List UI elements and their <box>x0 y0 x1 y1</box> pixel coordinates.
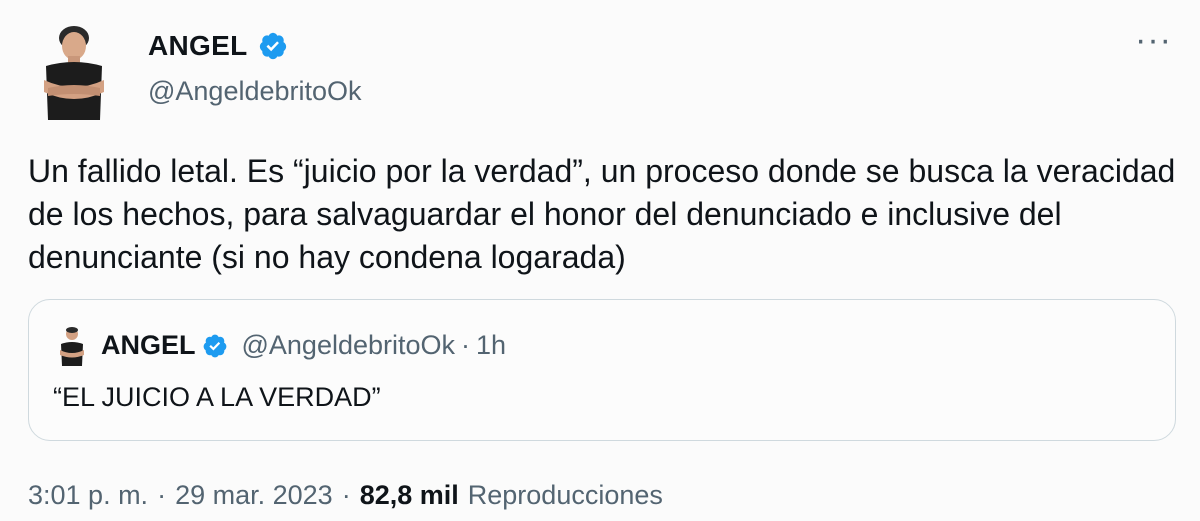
views-count: 82,8 mil <box>359 480 459 510</box>
separator-dot: · <box>341 480 351 510</box>
quoted-tweet-header: ANGEL @AngeldebritoOk · 1h <box>101 330 506 361</box>
verified-badge-icon <box>259 32 286 60</box>
author-display-name[interactable]: ANGEL <box>148 30 248 62</box>
author-avatar[interactable] <box>30 22 114 122</box>
views-label: Reproducciones <box>467 480 663 510</box>
quoted-tweet-time: 1h <box>476 330 507 360</box>
tweet-time[interactable]: 3:01 p. m. <box>28 480 148 511</box>
quoted-author-name: ANGEL <box>101 330 196 360</box>
separator-dot: · <box>461 330 471 360</box>
more-options-icon[interactable]: ··· <box>1135 23 1172 57</box>
verified-badge-icon <box>203 334 226 357</box>
author-name-row: ANGEL <box>148 30 288 62</box>
quoted-author-handle: @AngeldebritoOk <box>241 330 456 360</box>
quoted-tweet-text: “EL JUICIO A LA VERDAD” <box>53 382 381 412</box>
quoted-tweet-card[interactable]: ANGEL @AngeldebritoOk · 1h “EL JUICIO A … <box>28 299 1176 441</box>
author-handle[interactable]: @AngeldebritoOk <box>148 76 362 107</box>
tweet-date[interactable]: 29 mar. 2023 <box>175 480 333 511</box>
quoted-author-avatar <box>60 327 84 366</box>
tweet-meta: 3:01 p. m. · 29 mar. 2023 · 82,8 mil Rep… <box>28 480 663 511</box>
separator-dot: · <box>157 480 167 510</box>
tweet-text: Un fallido letal. Es “juicio por la verd… <box>28 153 1176 275</box>
